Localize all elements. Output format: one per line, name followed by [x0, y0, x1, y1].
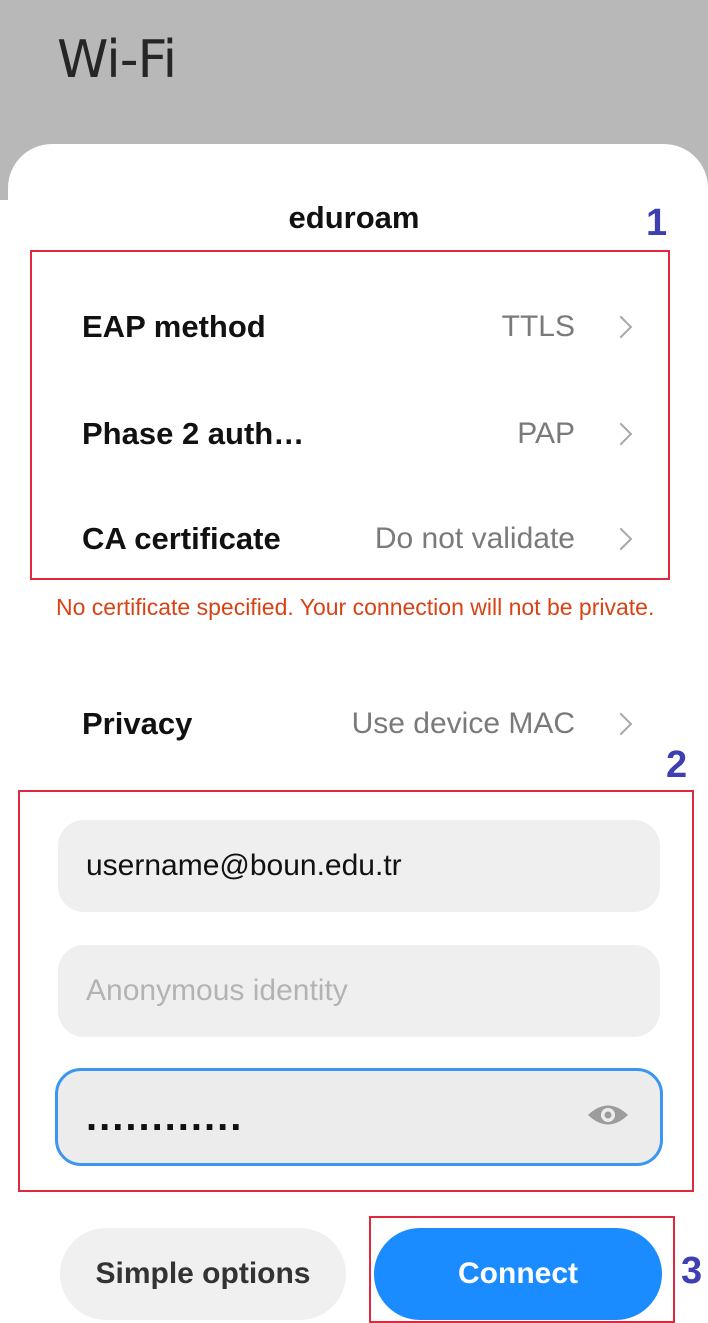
annotation-box-2 [18, 790, 694, 1192]
privacy-value: Use device MAC [351, 707, 575, 740]
network-name: eduroam [288, 200, 420, 235]
certificate-warning: No certificate specified. Your connectio… [56, 594, 655, 620]
page-title: Wi-Fi [57, 30, 177, 90]
annotation-number-3: 3 [681, 1250, 703, 1292]
annotation-number-2: 2 [666, 744, 688, 786]
annotation-box-1 [30, 250, 670, 580]
annotation-number-1: 1 [646, 202, 668, 244]
privacy-row[interactable]: Privacy Use device MAC [82, 694, 637, 754]
simple-options-button[interactable]: Simple options [60, 1228, 346, 1320]
chevron-right-icon [609, 712, 633, 736]
annotation-box-3 [369, 1216, 675, 1323]
privacy-label: Privacy [82, 706, 193, 741]
